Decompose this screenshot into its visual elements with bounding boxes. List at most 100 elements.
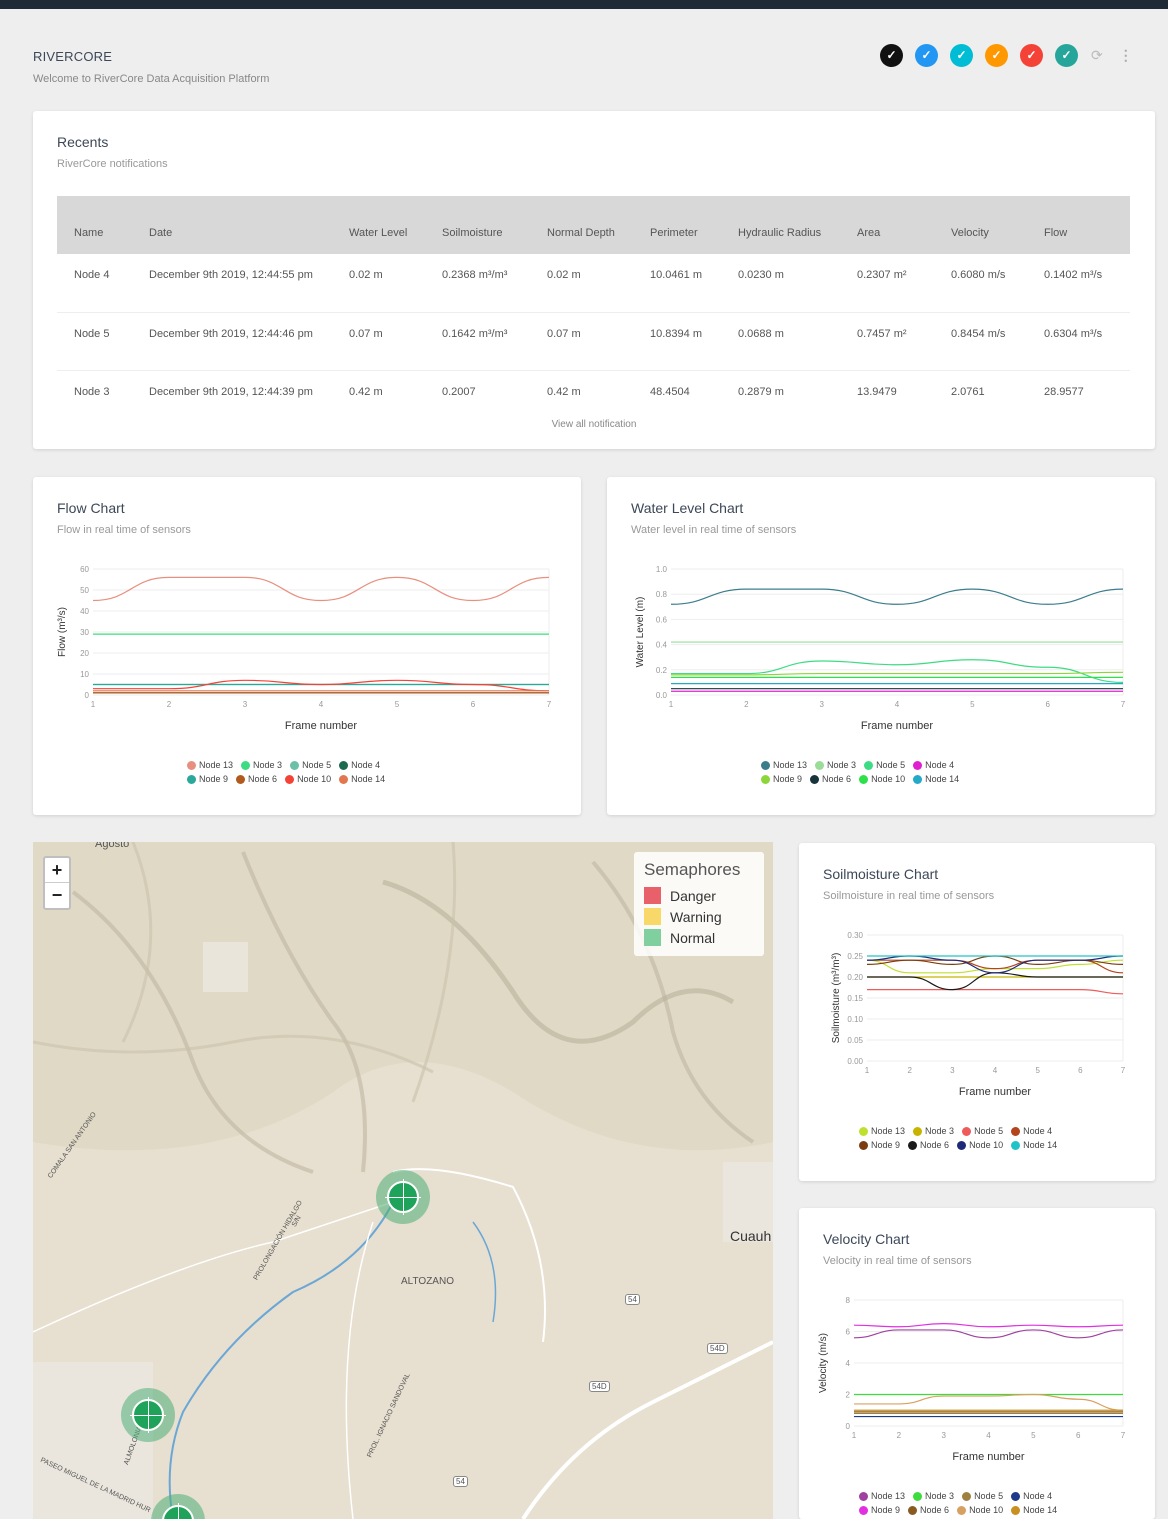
legend-swatch: [859, 1505, 868, 1515]
legend-label: Node 4: [351, 760, 381, 770]
refresh-icon[interactable]: ⟳: [1091, 47, 1103, 64]
legend-item[interactable]: Node 14: [913, 774, 959, 784]
x-tick-label: 2: [167, 700, 172, 709]
legend-item[interactable]: Node 14: [1011, 1505, 1057, 1515]
soil-chart-title: Soilmoisture Chart: [823, 866, 939, 882]
x-tick-label: 7: [1121, 1066, 1126, 1075]
soil-chart-card: Soilmoisture Chart Soilmoisture in real …: [799, 843, 1155, 1181]
legend-item[interactable]: Node 13: [859, 1126, 905, 1136]
semaphore-label: Warning: [670, 908, 722, 925]
legend-item[interactable]: Node 9: [859, 1505, 900, 1515]
table-cell: 0.6304 m³/s: [1027, 312, 1130, 371]
water-chart-legend: Node 13 Node 3 Node 5 Node 4 Node 9 Node 6 Nod…: [757, 760, 1007, 788]
legend-item[interactable]: Node 10: [285, 774, 331, 784]
welcome-text: Welcome to RiverCore Data Acquisition Pl…: [33, 73, 270, 85]
legend-item[interactable]: Node 10: [859, 774, 905, 784]
sensor-marker[interactable]: [376, 1170, 430, 1224]
legend-item[interactable]: Node 13: [761, 760, 807, 770]
theme-dot-teal[interactable]: ✓: [1055, 43, 1078, 67]
legend-label: Node 6: [248, 774, 278, 784]
legend-item[interactable]: Node 5: [864, 760, 905, 770]
table-cell: 10.8394 m: [633, 312, 721, 371]
series-line-node-13: [866, 959, 1124, 974]
legend-swatch: [290, 760, 300, 770]
legend-swatch: [957, 1140, 967, 1150]
legend-item[interactable]: Node 5: [290, 760, 331, 770]
table-row[interactable]: Node 4 December 9th 2019, 12:44:55 pm 0.02…: [57, 254, 1130, 313]
legend-item[interactable]: Node 9: [187, 774, 228, 784]
legend-swatch: [859, 1126, 868, 1136]
legend-item[interactable]: Node 6: [236, 774, 277, 784]
table-cell: 0.0688 m: [721, 312, 840, 371]
view-all-link[interactable]: View all notification: [33, 419, 1155, 430]
legend-item[interactable]: Node 5: [962, 1126, 1003, 1136]
legend-item[interactable]: Node 3: [241, 760, 282, 770]
theme-dot-cyan[interactable]: ✓: [950, 43, 973, 67]
x-tick-label: 6: [1076, 1431, 1081, 1440]
legend-item[interactable]: Node 6: [810, 774, 851, 784]
legend-item[interactable]: Node 3: [913, 1491, 954, 1501]
table-cell: 0.8454 m/s: [934, 312, 1027, 371]
legend-item[interactable]: Node 9: [761, 774, 802, 784]
y-tick-label: 0.6: [656, 615, 668, 624]
flow-chart-card: Flow Chart Flow in real time of sensors …: [33, 477, 581, 815]
x-tick-label: 3: [950, 1066, 955, 1075]
y-tick-label: 0.20: [847, 973, 863, 982]
legend-item[interactable]: Node 3: [913, 1126, 954, 1136]
legend-item[interactable]: Node 6: [908, 1140, 949, 1150]
semaphore-label: Danger: [670, 887, 716, 904]
legend-item[interactable]: Node 3: [815, 760, 856, 770]
legend-item[interactable]: Node 10: [957, 1505, 1003, 1515]
legend-item[interactable]: Node 4: [913, 760, 954, 770]
legend-item[interactable]: Node 9: [859, 1140, 900, 1150]
legend-item[interactable]: Node 4: [1011, 1126, 1052, 1136]
more-vert-icon[interactable]: ⋮: [1119, 47, 1133, 64]
legend-item[interactable]: Node 5: [962, 1491, 1003, 1501]
legend-label: Node 13: [871, 1126, 906, 1136]
check-icon: ✓: [956, 48, 967, 62]
column-header: Perimeter: [633, 196, 721, 254]
legend-item[interactable]: Node 13: [859, 1491, 905, 1501]
x-tick-label: 7: [1121, 700, 1126, 709]
y-tick-label: 0.0: [656, 691, 668, 700]
soil-chart-subtitle: Soilmoisture in real time of sensors: [823, 890, 995, 902]
legend-item[interactable]: Node 14: [1011, 1140, 1057, 1150]
legend-item[interactable]: Node 4: [339, 760, 380, 770]
legend-swatch: [859, 774, 869, 784]
x-tick-label: 2: [897, 1431, 902, 1440]
theme-dot-blue[interactable]: ✓: [915, 43, 938, 67]
column-header: Velocity: [934, 196, 1027, 254]
legend-label: Node 3: [827, 760, 857, 770]
legend-swatch: [761, 760, 770, 770]
table-row[interactable]: Node 5 December 9th 2019, 12:44:46 pm 0.07…: [57, 312, 1130, 371]
theme-dot-black[interactable]: ✓: [880, 43, 903, 67]
theme-dot-orange[interactable]: ✓: [985, 43, 1008, 67]
zoom-out-button[interactable]: −: [45, 883, 69, 908]
map-label-town: ALTOZANO: [401, 1276, 454, 1287]
legend-item[interactable]: Node 10: [957, 1140, 1003, 1150]
soilmoisture-chart: 0.00 0.05 0.10 0.15 0.20 0.25 0.30 1 2 3 4 5 6 7 Frame…: [831, 931, 1126, 1098]
y-tick-label: 4: [846, 1359, 851, 1368]
y-tick-label: 0.00: [847, 1057, 863, 1066]
legend-item[interactable]: Node 6: [908, 1505, 949, 1515]
y-tick-label: 30: [80, 628, 89, 637]
flow-chart-title: Flow Chart: [57, 500, 125, 516]
column-header: Soilmoisture: [425, 196, 530, 254]
map[interactable]: + − Semaphores Danger Warning Normal Ago…: [33, 842, 773, 1519]
legend-swatch: [913, 760, 923, 770]
x-tick-label: 4: [319, 700, 324, 709]
table-header-row: Name Date Water Level Soilmoisture Normal De…: [57, 196, 1130, 254]
legend-item[interactable]: Node 13: [187, 760, 233, 770]
theme-dot-red[interactable]: ✓: [1020, 43, 1043, 67]
legend-item[interactable]: Node 14: [339, 774, 385, 784]
zoom-in-button[interactable]: +: [45, 858, 69, 883]
table-cell: Node 4: [57, 254, 132, 313]
legend-swatch: [236, 774, 246, 784]
table-cell: 0.7457 m²: [840, 312, 934, 371]
legend-swatch: [339, 774, 349, 784]
legend-swatch: [1011, 1140, 1021, 1150]
legend-item[interactable]: Node 4: [1011, 1491, 1052, 1501]
x-tick-label: 5: [395, 700, 400, 709]
semaphore-warning: Warning: [644, 906, 754, 927]
sensor-marker[interactable]: [121, 1388, 175, 1442]
